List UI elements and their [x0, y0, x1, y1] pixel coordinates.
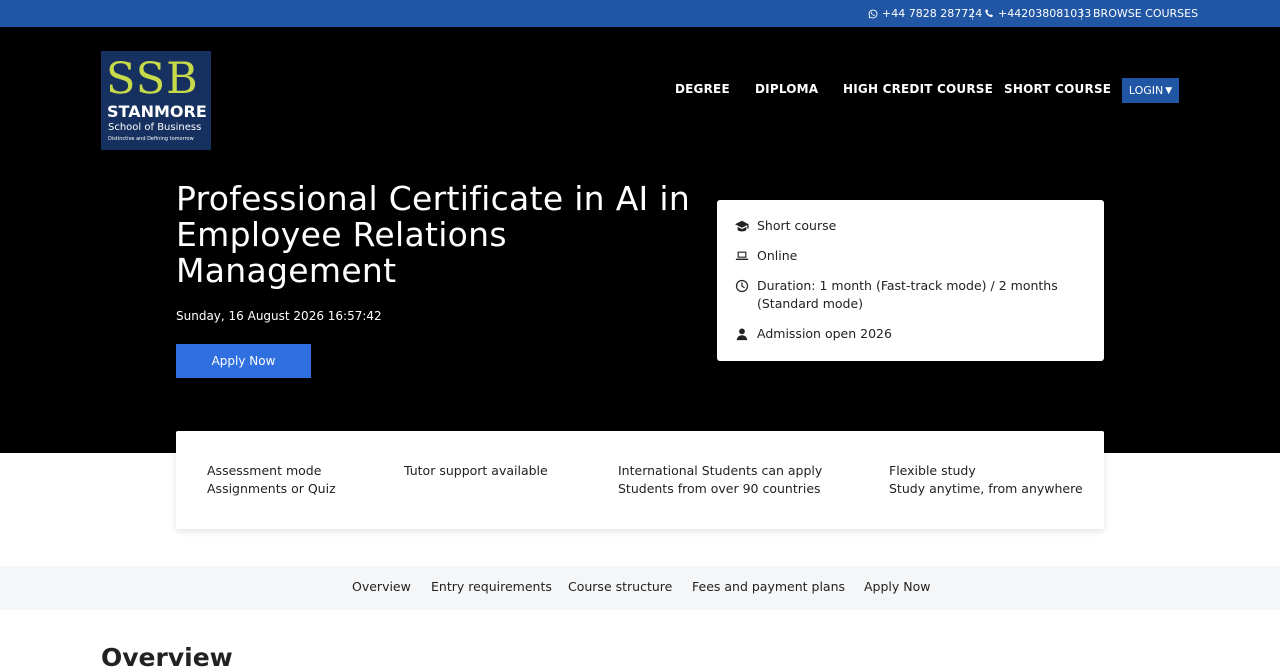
laptop-icon — [735, 251, 749, 261]
feature-detail: Assignments or Quiz — [207, 481, 336, 496]
feature-title: International Students can apply — [618, 463, 823, 478]
logo-name: STANMORE — [107, 102, 207, 121]
logo-sub: School of Business — [108, 122, 202, 133]
section-nav-entry-requirements[interactable]: Entry requirements — [431, 579, 552, 594]
feature-title: Flexible study — [889, 463, 976, 478]
section-nav-fees[interactable]: Fees and payment plans — [692, 579, 845, 594]
whatsapp-link[interactable]: +44 7828 287724 — [868, 0, 982, 27]
hero-section: SSB STANMORE School of Business Distinct… — [0, 27, 1280, 453]
course-mode: Online — [757, 248, 798, 263]
feature-flexible-study: Flexible study Study anytime, from anywh… — [889, 462, 1083, 498]
admission-status: Admission open 2026 — [757, 326, 892, 341]
section-nav-apply-now[interactable]: Apply Now — [864, 579, 931, 594]
feature-detail: Students from over 90 countries — [618, 481, 821, 496]
feature-title: Assessment mode — [207, 463, 322, 478]
course-features-card: Assessment mode Assignments or Quiz Tuto… — [176, 431, 1104, 529]
course-mode-row: Online — [735, 247, 1067, 265]
phone-link[interactable]: +442038081033 — [984, 0, 1091, 27]
browse-courses-link[interactable]: BROWSE COURSES — [1093, 0, 1198, 27]
nav-diploma[interactable]: DIPLOMA — [755, 82, 818, 96]
browse-courses-label: BROWSE COURSES — [1093, 7, 1199, 20]
user-icon — [736, 328, 748, 341]
divider — [1081, 8, 1082, 20]
apply-now-button[interactable]: Apply Now — [176, 344, 311, 378]
section-nav-course-structure[interactable]: Course structure — [568, 579, 672, 594]
clock-icon — [735, 279, 749, 293]
course-info-card: Short course Online Duration: 1 month (F… — [717, 200, 1104, 361]
logo-tagline: Distinctive and Defining tomorrow — [108, 136, 194, 142]
phone-number: +442038081033 — [998, 7, 1092, 20]
current-date: Sunday, 16 August 2026 16:57:42 — [176, 309, 382, 323]
graduation-cap-icon — [735, 220, 749, 232]
phone-icon — [985, 9, 993, 17]
school-logo[interactable]: SSB STANMORE School of Business Distinct… — [101, 51, 211, 150]
nav-degree[interactable]: DEGREE — [675, 82, 730, 96]
course-type: Short course — [757, 218, 837, 233]
course-duration-row: Duration: 1 month (Fast-track mode) / 2 … — [735, 277, 1067, 313]
course-type-row: Short course — [735, 217, 1067, 235]
course-duration: Duration: 1 month (Fast-track mode) / 2 … — [757, 278, 1058, 311]
admission-row: Admission open 2026 — [735, 325, 1067, 343]
section-nav-overview[interactable]: Overview — [352, 579, 411, 594]
page-title: Professional Certificate in AI in Employ… — [176, 179, 691, 290]
nav-high-credit-course[interactable]: HIGH CREDIT COURSE — [843, 82, 993, 96]
whatsapp-number: +44 7828 287724 — [882, 7, 983, 20]
feature-assessment: Assessment mode Assignments or Quiz — [207, 462, 336, 498]
nav-short-course[interactable]: SHORT COURSE — [1004, 82, 1111, 96]
divider — [972, 8, 973, 20]
feature-tutor-support: Tutor support available — [404, 462, 548, 480]
login-button[interactable]: LOGIN ▼ — [1122, 78, 1179, 103]
feature-detail: Study anytime, from anywhere — [889, 481, 1083, 496]
caret-down-icon: ▼ — [1165, 85, 1173, 96]
login-label: LOGIN — [1128, 84, 1164, 97]
feature-title: Tutor support available — [404, 463, 548, 478]
whatsapp-icon — [868, 9, 878, 18]
feature-international: International Students can apply Student… — [618, 462, 822, 498]
logo-ssb: SSB — [106, 54, 199, 104]
top-contact-bar: +44 7828 287724 +442038081033 BROWSE COU… — [0, 0, 1280, 27]
section-nav: Overview Entry requirements Course struc… — [0, 566, 1280, 610]
overview-heading: Overview — [101, 643, 233, 670]
